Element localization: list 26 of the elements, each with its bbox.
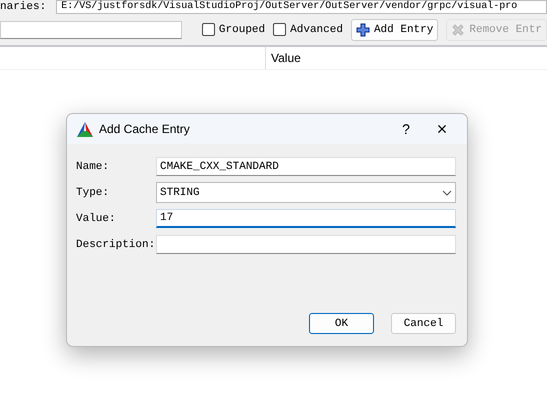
plus-icon xyxy=(356,22,370,36)
ok-button[interactable]: OK xyxy=(309,313,374,334)
x-icon xyxy=(451,22,466,36)
checkbox-label: Advanced xyxy=(290,24,343,36)
input-field[interactable]: CMAKE_CXX_STANDARD xyxy=(156,157,456,176)
field-label: Description: xyxy=(76,238,156,250)
search-field[interactable] xyxy=(0,20,182,38)
field-label: Value: xyxy=(76,212,117,224)
checkbox-label: Grouped xyxy=(218,24,266,36)
triangle-logo-icon xyxy=(77,122,93,136)
path-field[interactable]: E:/VS/justforsdk/VisualStudioProj/OutServer/OutServer/vendor/grpc/visual-pro xyxy=(56,0,547,14)
input-field[interactable] xyxy=(156,235,456,254)
help-button[interactable]: ? xyxy=(391,120,421,138)
binaries-label: naries: xyxy=(0,1,46,13)
checkbox[interactable] xyxy=(202,23,215,36)
checkbox[interactable] xyxy=(273,23,286,36)
column-header[interactable]: Value xyxy=(266,47,306,69)
chevron-down-icon xyxy=(442,190,452,196)
type-dropdown[interactable]: STRING xyxy=(156,182,456,203)
add-entry-button[interactable]: Add Entry xyxy=(350,18,438,40)
field-label: Name: xyxy=(76,160,110,172)
field-label: Type: xyxy=(76,186,110,198)
input-field[interactable]: 17 xyxy=(156,209,456,228)
close-button[interactable]: × xyxy=(427,118,457,140)
cancel-button[interactable]: Cancel xyxy=(391,313,456,334)
dialog-title: Add Cache Entry xyxy=(99,122,191,136)
